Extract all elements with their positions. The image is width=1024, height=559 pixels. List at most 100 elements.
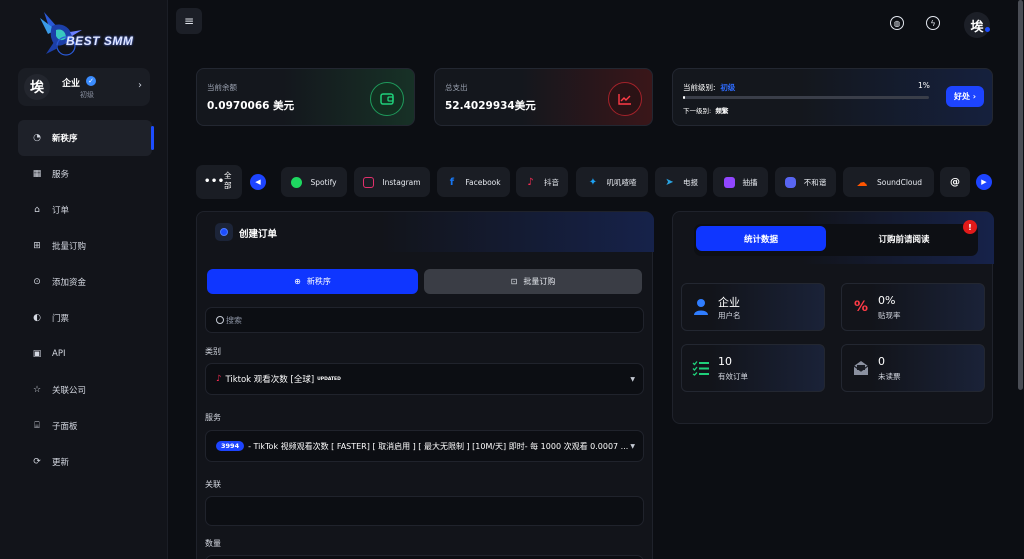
search-input[interactable]: 搜索 bbox=[205, 307, 644, 333]
twitch-icon bbox=[723, 176, 735, 188]
sidebar-item-label: 关联公司 bbox=[52, 386, 87, 396]
category-threads[interactable]: @ bbox=[940, 167, 970, 197]
unread-tickets-value: 0 bbox=[878, 355, 885, 368]
category-spotify[interactable]: Spotify bbox=[281, 167, 347, 197]
create-order-title: 创建订单 bbox=[239, 229, 278, 240]
user-level: 初级 bbox=[80, 91, 94, 99]
category-soundcloud[interactable]: ☁ SoundCloud bbox=[843, 167, 934, 197]
category-label: Instagram bbox=[382, 177, 421, 187]
sidebar-item-add-funds[interactable]: ⊙ 添加资金 bbox=[18, 264, 152, 300]
category-instagram[interactable]: Instagram bbox=[354, 167, 430, 197]
category-twitter[interactable]: ✦ 叽叽喳喳 bbox=[576, 167, 648, 197]
level-card: 当前级别: 初级 1% 下一级别: 频繁 好处 › bbox=[672, 68, 993, 126]
active-orders-label: 有效订单 bbox=[718, 372, 748, 381]
sidebar-item-api[interactable]: ▣ API bbox=[18, 336, 152, 372]
hamburger-menu-icon[interactable]: ≡ bbox=[176, 8, 202, 34]
search-icon bbox=[216, 316, 224, 324]
sidebar-item-affiliates[interactable]: ☆ 关联公司 bbox=[18, 372, 152, 408]
benefits-button-label: 好处 bbox=[953, 92, 970, 101]
affiliates-icon: ☆ bbox=[32, 385, 42, 395]
level-name: 初级 bbox=[720, 83, 736, 92]
user-name: 企业 bbox=[62, 79, 81, 89]
facebook-icon: f bbox=[449, 176, 455, 188]
user-card[interactable]: 埃 企业 ✓ 初级 › bbox=[18, 68, 150, 106]
level-progress-fill bbox=[683, 96, 686, 99]
username-value: 企业 bbox=[718, 296, 740, 309]
scroll-left-arrow-icon[interactable]: ◀ bbox=[250, 174, 266, 190]
page-scrollbar-thumb[interactable] bbox=[1018, 0, 1023, 390]
api-icon: ▣ bbox=[32, 349, 42, 359]
service-select-value: - TikTok 视频观看次数 [ FASTER] [ 取消启用 ] [ 最大无… bbox=[248, 441, 629, 451]
sidebar-item-tickets[interactable]: ◐ 门票 bbox=[18, 300, 152, 336]
folder-icon: ⊡ bbox=[510, 277, 518, 286]
quantity-input[interactable] bbox=[205, 555, 644, 559]
discount-card: % 0% 贴现率 bbox=[841, 283, 985, 331]
category-label: SoundCloud bbox=[876, 177, 923, 187]
category-select[interactable]: ♪ Tiktok 观看次数 [全球] UPDATED ▼ bbox=[205, 363, 644, 395]
soundcloud-icon: ☁ bbox=[856, 175, 868, 189]
discord-icon bbox=[784, 176, 796, 188]
category-select-value: Tiktok 观看次数 [全球] bbox=[225, 375, 315, 385]
services-icon: ▦ bbox=[32, 169, 42, 179]
service-select[interactable]: 3994 - TikTok 视频观看次数 [ FASTER] [ 取消启用 ] … bbox=[205, 430, 644, 462]
next-level-label: 下一级别: bbox=[683, 107, 712, 115]
tab-read-before-order[interactable]: 订购前请阅读 bbox=[834, 226, 974, 251]
sidebar-item-orders[interactable]: ⌂ 订单 bbox=[18, 192, 152, 228]
sidebar-item-child-panel[interactable]: ⌸ 子面板 bbox=[18, 408, 152, 444]
brand-logo[interactable] bbox=[36, 8, 136, 56]
category-facebook[interactable]: f Facebook bbox=[437, 167, 510, 197]
tiktok-icon: ♪ bbox=[216, 374, 222, 384]
category-label: 叽叽喳喳 bbox=[606, 177, 637, 187]
balance-label: 当前余额 bbox=[207, 83, 237, 92]
tab-statistics[interactable]: 统计数据 bbox=[696, 226, 826, 251]
link-field-label: 关联 bbox=[205, 480, 221, 489]
balance-card: 当前余额 0.0970066 美元 bbox=[196, 68, 415, 126]
user-avatar: 埃 bbox=[24, 74, 50, 100]
category-all-button[interactable]: ••• 全部 bbox=[196, 165, 242, 199]
next-level: 下一级别: 频繁 bbox=[683, 105, 728, 115]
sidebar-item-label: 批量订购 bbox=[52, 242, 87, 252]
bulk-order-icon: ⊞ bbox=[33, 241, 41, 251]
telegram-icon: ➤ bbox=[665, 176, 674, 188]
category-label: 不和谐 bbox=[803, 177, 827, 187]
top-user-avatar[interactable]: 埃 bbox=[964, 12, 990, 38]
tab-new-order[interactable]: ⊕ 新秩序 bbox=[207, 269, 418, 294]
tab-new-order-label: 新秩序 bbox=[306, 277, 331, 286]
category-twitch[interactable]: 抽搐 bbox=[713, 167, 768, 197]
language-globe-icon[interactable]: ◍ bbox=[890, 16, 904, 30]
scroll-right-arrow-icon[interactable]: ▶ bbox=[976, 174, 992, 190]
order-icon bbox=[215, 223, 233, 241]
sidebar-item-label: API bbox=[52, 349, 66, 359]
benefits-button[interactable]: 好处 › bbox=[946, 86, 984, 107]
search-placeholder: 搜索 bbox=[226, 315, 242, 325]
unread-tickets-label: 未读票 bbox=[878, 372, 901, 381]
category-discord[interactable]: 不和谐 bbox=[775, 167, 836, 197]
chart-line-icon bbox=[608, 82, 642, 116]
category-telegram[interactable]: ➤ 电报 bbox=[655, 167, 707, 197]
add-funds-icon: ⊙ bbox=[33, 277, 41, 287]
ticket-icon bbox=[852, 359, 870, 377]
sidebar-item-updates[interactable]: ⟳ 更新 bbox=[18, 444, 152, 480]
stats-tabs: 统计数据 订购前请阅读 bbox=[694, 224, 978, 256]
sidebar-item-services[interactable]: ▦ 服务 bbox=[18, 156, 152, 192]
currency-icon[interactable]: ϟ bbox=[926, 16, 940, 30]
discount-label: 贴现率 bbox=[878, 311, 901, 320]
stats-panel: 统计数据 订购前请阅读 ! 企业 用户名 % 0% 贴现率 10 有效订单 0 … bbox=[672, 211, 994, 424]
category-label: 电报 bbox=[683, 177, 698, 187]
level-label: 当前级别: 初级 bbox=[683, 82, 735, 93]
tab-bulk-order[interactable]: ⊡ 批量订购 bbox=[424, 269, 642, 294]
sidebar-item-bulk-order[interactable]: ⊞ 批量订购 bbox=[18, 228, 152, 264]
sidebar-item-label: 新秩序 bbox=[52, 134, 78, 144]
updated-tag: UPDATED bbox=[317, 376, 341, 382]
service-id-badge: 3994 bbox=[216, 441, 245, 451]
sidebar-item-new-order[interactable]: ◔ 新秩序 bbox=[18, 120, 154, 156]
caret-down-icon: ▼ bbox=[630, 443, 635, 450]
sidebar-item-label: 订单 bbox=[52, 206, 70, 216]
tiktok-icon: ♪ bbox=[527, 176, 534, 188]
category-field-label: 类别 bbox=[205, 347, 221, 356]
child-panel-icon: ⌸ bbox=[34, 421, 40, 431]
username-card: 企业 用户名 bbox=[681, 283, 825, 331]
link-input[interactable] bbox=[205, 496, 644, 526]
level-percent: 1% bbox=[918, 81, 930, 90]
category-tiktok[interactable]: ♪ 抖音 bbox=[516, 167, 568, 197]
